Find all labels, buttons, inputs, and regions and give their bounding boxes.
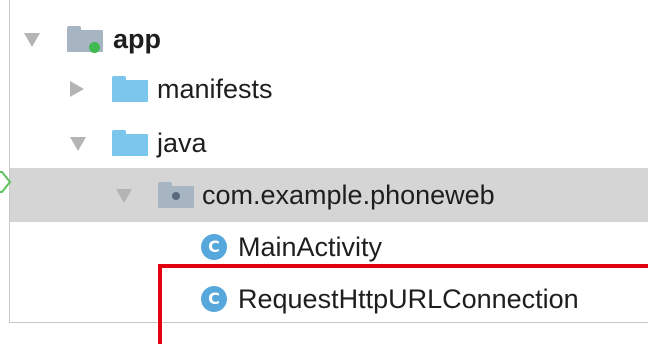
tree-item-label: com.example.phoneweb <box>202 180 495 210</box>
tree-item-app[interactable]: app <box>0 12 648 66</box>
tree-item-label: manifests <box>157 74 273 104</box>
folder-icon <box>112 130 148 156</box>
chevron-right-icon[interactable] <box>70 81 84 97</box>
tree-item-java[interactable]: java <box>0 116 648 170</box>
module-status-dot-icon <box>89 42 100 53</box>
tree-item-label: app <box>113 24 162 54</box>
tree-item-label: MainActivity <box>238 232 383 262</box>
project-tree-view: app manifests java com.example.phoneweb … <box>0 0 648 344</box>
chevron-down-icon[interactable] <box>70 137 86 151</box>
tree-item-manifests[interactable]: manifests <box>0 62 648 116</box>
tree-item-package[interactable]: com.example.phoneweb <box>10 168 648 222</box>
folder-icon <box>112 76 148 102</box>
chevron-down-icon[interactable] <box>116 189 132 203</box>
highlight-box <box>158 264 648 344</box>
chevron-down-icon[interactable] <box>24 33 40 47</box>
class-icon: C <box>201 234 227 260</box>
tree-item-label: java <box>157 128 207 158</box>
package-icon <box>158 182 194 208</box>
green-arrow-marker-icon <box>0 171 12 193</box>
